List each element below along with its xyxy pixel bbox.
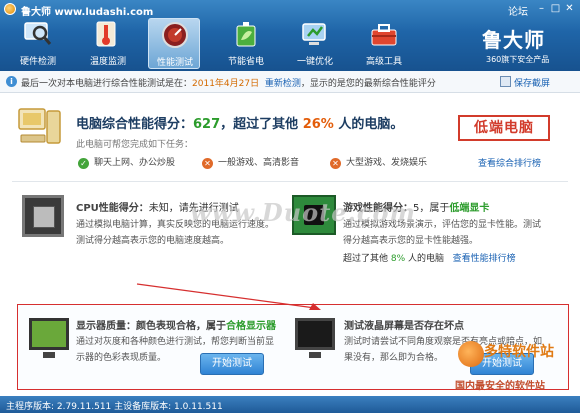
overall-score: 627 — [193, 117, 221, 132]
corner-logo-name: 多特软件站 — [484, 344, 554, 360]
maximize-button[interactable]: □ — [549, 2, 562, 15]
corner-logo-subtitle: 国内最安全的软件站 — [455, 381, 545, 392]
tab-one-click-optimize[interactable]: 一键优化 — [289, 18, 341, 69]
battery-leaf-icon — [236, 22, 256, 47]
info-icon: i — [6, 76, 17, 87]
game-rank-line: 超过了其他 8% 人的电脑 查看性能排行榜 — [343, 251, 516, 264]
task-item: ✕ 大型游戏、发烧娱乐 — [330, 155, 427, 169]
display-desc-line: 通过对灰度和各种颜色进行测试，帮您判断当前显 — [76, 337, 275, 347]
tab-label: 性能测试 — [156, 58, 193, 68]
brand-logo: 鲁大师 360旗下安全产品 — [470, 20, 576, 66]
minimize-button[interactable]: – — [535, 2, 548, 15]
cross-icon: ✕ — [330, 158, 341, 169]
save-icon[interactable] — [500, 76, 511, 87]
score-mid-text: ，超过了其他 — [220, 117, 299, 132]
tab-label: 硬件检测 — [19, 57, 56, 67]
overall-ranking-link[interactable]: 查看综合排行榜 — [478, 156, 541, 169]
computer-icon — [18, 108, 61, 144]
check-icon: ✓ — [78, 158, 89, 169]
magnifier-monitor-icon — [24, 22, 52, 45]
info-bar: i 最后一次对本电脑进行综合性能测试是在：2011年4月27日 重新检测，显示的… — [0, 71, 580, 93]
info-prefix: 最后一次对本电脑进行综合性能测试是在： — [21, 79, 193, 89]
optimize-icon — [302, 23, 326, 45]
annotation-arrow — [136, 283, 321, 310]
forum-link[interactable]: 论坛 — [508, 3, 528, 18]
display-label: 显示器质量：颜色表现合格，属于 — [76, 321, 226, 332]
grade-stamp: 低端电脑 — [458, 115, 550, 141]
duote-logo-icon — [458, 341, 484, 367]
gpu-grade: 低端显卡 — [449, 203, 490, 214]
tab-label: 高级工具 — [365, 57, 402, 67]
tab-hardware-detect[interactable]: 硬件检测 — [12, 18, 64, 69]
task-label: 一般游戏、高清影音 — [218, 158, 300, 168]
tab-power-saving[interactable]: 节能省电 — [220, 18, 272, 69]
game-rank-prefix: 超过了其他 — [343, 254, 389, 264]
monitor-dead-pixel-icon — [295, 318, 335, 358]
version-text: 主程序版本: 2.79.11.511 主设备库版本: 1.0.11.511 — [6, 402, 223, 412]
performance-ranking-link[interactable]: 查看性能排行榜 — [453, 254, 516, 264]
task-prompt: 此电脑可帮您完成如下任务： — [76, 140, 194, 150]
tab-label: 温度监测 — [89, 57, 126, 67]
gauge-icon — [162, 22, 188, 48]
score-label: 电脑综合性能得分： — [76, 117, 194, 132]
corner-watermark-logo: 多特软件站 国内最安全的软件站 — [452, 337, 577, 395]
lcd-label: 测试液晶屏幕是否存在坏点 — [344, 321, 464, 332]
toolbox-icon — [371, 24, 397, 46]
top-toolbar: 鲁大师 www.ludashi.com 论坛 – □ ✕ 硬件检测 温度监测 性… — [0, 0, 580, 71]
watermark: www.Duote.com — [190, 198, 416, 227]
overall-percent: 26% — [302, 117, 334, 132]
tab-advanced-tools[interactable]: 高级工具 — [358, 18, 410, 69]
thermometer-icon — [96, 21, 116, 47]
display-quality-title: 显示器质量：颜色表现合格，属于合格显示器 — [76, 317, 276, 332]
tab-temperature[interactable]: 温度监测 — [82, 18, 134, 69]
overall-score-title: 电脑综合性能得分：627，超过了其他 26% 人的电脑。 — [76, 113, 403, 132]
save-screenshot-link[interactable]: 保存截屏 — [514, 76, 550, 89]
cpu-chip-icon — [22, 195, 64, 237]
brand-subtitle: 360旗下安全产品 — [486, 55, 550, 64]
divider — [12, 181, 568, 182]
info-text: 最后一次对本电脑进行综合性能测试是在：2011年4月27日 重新检测，显示的是您… — [21, 76, 436, 89]
cpu-desc-line: 测试得分越高表示您的电脑速度越高。 — [76, 236, 230, 246]
task-item: ✓ 聊天上网、办公炒股 — [78, 155, 175, 169]
tab-label: 节能省电 — [227, 57, 264, 67]
game-score-value: 5，属于 — [413, 203, 450, 214]
retest-link[interactable]: 重新检测 — [265, 79, 301, 89]
title-bar: 鲁大师 www.ludashi.com 论坛 – □ ✕ — [0, 0, 580, 18]
cpu-label: CPU性能得分： — [76, 203, 149, 214]
cross-icon: ✕ — [202, 158, 213, 169]
lcd-test-title: 测试液晶屏幕是否存在坏点 — [344, 317, 464, 332]
monitor-color-icon — [29, 318, 69, 358]
display-grade: 合格显示器 — [226, 321, 276, 332]
game-desc-line: 得分越高表示您的显卡性能越强。 — [343, 236, 479, 246]
game-rank-suffix: 人的电脑 — [408, 254, 445, 264]
start-display-test-button[interactable]: 开始测试 — [200, 353, 264, 375]
game-rank-percent: 8% — [390, 254, 406, 264]
status-bar: 主程序版本: 2.79.11.511 主设备库版本: 1.0.11.511 — [0, 396, 580, 413]
task-label: 聊天上网、办公炒股 — [94, 158, 176, 168]
info-suffix: ，显示的是您的最新综合性能评分 — [300, 79, 436, 89]
close-button[interactable]: ✕ — [563, 2, 576, 15]
score-end-text: 人的电脑。 — [338, 117, 404, 132]
task-item: ✕ 一般游戏、高清影音 — [202, 155, 299, 169]
app-logo-icon — [4, 3, 16, 15]
task-label: 大型游戏、发烧娱乐 — [346, 158, 428, 168]
window-title: 鲁大师 www.ludashi.com — [21, 7, 154, 18]
brand-name: 鲁大师 — [482, 28, 545, 52]
tab-label: 一键优化 — [296, 57, 333, 67]
last-test-date: 2011年4月27日 — [192, 79, 260, 89]
tab-performance-test[interactable]: 性能测试 — [148, 18, 200, 69]
